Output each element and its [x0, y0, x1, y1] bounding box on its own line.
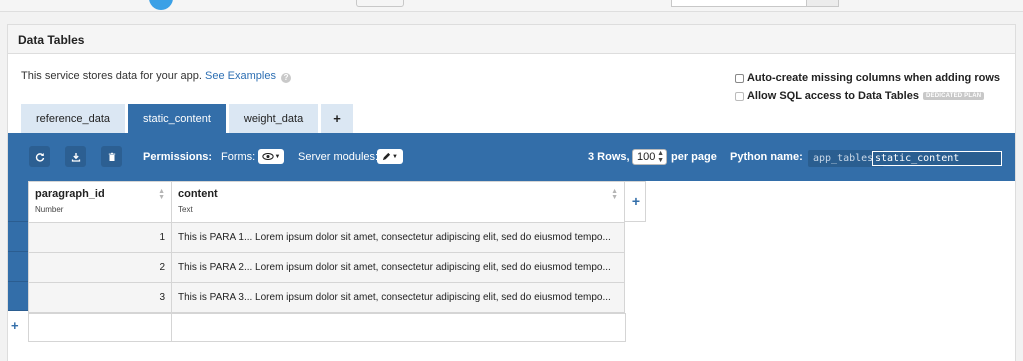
sql-access-option[interactable]: Allow SQL access to Data Tables DEDICATE… — [734, 87, 1000, 105]
tab-reference-data[interactable]: reference_data — [21, 104, 125, 133]
stepper-arrows-icon[interactable]: ▲ ▼ — [657, 150, 664, 164]
tab-static-content[interactable]: static_content — [128, 104, 226, 133]
forms-label: Forms: — [221, 151, 256, 163]
table-row[interactable]: 1 This is PARA 1... Lorem ipsum dolor si… — [28, 222, 625, 253]
trash-icon — [108, 152, 115, 161]
download-icon — [71, 152, 80, 162]
header-selector-cell — [8, 181, 28, 222]
table-toolbar: Permissions: Forms: ▼ Server modules: ▼ … — [8, 133, 1015, 181]
delete-button[interactable] — [101, 146, 122, 167]
new-row-content-cell[interactable] — [172, 314, 625, 341]
tab-weight-data[interactable]: weight_data — [228, 104, 319, 133]
top-search-button[interactable] — [806, 0, 839, 7]
top-bar-button[interactable] — [356, 0, 404, 7]
column-header-content[interactable]: content Text ▲ ▼ — [171, 181, 625, 223]
table-row[interactable]: 3 This is PARA 3... Lorem ipsum dolor si… — [28, 282, 625, 313]
column-type: Text — [178, 205, 193, 214]
cell-paragraph-id[interactable]: 1 — [28, 222, 172, 253]
refresh-icon — [35, 152, 44, 162]
forms-permission-dropdown[interactable]: ▼ — [258, 149, 284, 164]
new-row-paragraph-id-cell[interactable] — [29, 314, 172, 341]
cell-paragraph-id[interactable]: 3 — [28, 282, 172, 313]
description-text: This service stores data for your app. — [21, 70, 202, 82]
app-top-bar — [0, 0, 1023, 12]
rows-per-page-value: 100 — [637, 151, 656, 163]
cell-content[interactable]: This is PARA 3... Lorem ipsum dolor sit … — [171, 282, 625, 313]
server-modules-label: Server modules: — [298, 151, 379, 163]
row-selector[interactable] — [8, 282, 28, 311]
row-selector[interactable] — [8, 222, 28, 252]
auto-create-option[interactable]: Auto-create missing columns when adding … — [734, 69, 1000, 87]
cell-content[interactable]: This is PARA 2... Lorem ipsum dolor sit … — [171, 252, 625, 283]
column-type: Number — [35, 205, 64, 214]
data-table: paragraph_id Number ▲ ▼ content Text ▲ ▼ 1… — [28, 181, 625, 313]
sort-icon[interactable]: ▲ ▼ — [158, 188, 165, 201]
new-row-input[interactable] — [28, 313, 626, 342]
table-options: Auto-create missing columns when adding … — [734, 69, 1000, 105]
row-selector[interactable] — [8, 252, 28, 282]
data-tables-panel: Data Tables This service stores data for… — [7, 24, 1016, 361]
column-name: paragraph_id — [35, 188, 105, 200]
see-examples-link[interactable]: See Examples — [205, 70, 276, 82]
row-selector-column — [8, 181, 28, 311]
pencil-icon — [382, 152, 391, 161]
sql-access-checkbox[interactable] — [734, 91, 744, 101]
rows-per-page-stepper[interactable]: 100 ▲ ▼ — [632, 149, 667, 165]
python-name-label: Python name: — [730, 151, 803, 163]
eye-icon — [261, 153, 274, 160]
column-header-paragraph-id[interactable]: paragraph_id Number ▲ ▼ — [28, 181, 172, 223]
auto-create-checkbox[interactable] — [734, 73, 744, 83]
server-modules-permission-dropdown[interactable]: ▼ — [377, 149, 403, 164]
python-name-input[interactable]: static_content — [872, 151, 1002, 166]
add-table-tab[interactable]: + — [321, 104, 353, 133]
permissions-label: Permissions: — [143, 151, 213, 163]
dedicated-plan-badge: DEDICATED PLAN — [922, 92, 985, 100]
sql-access-label: Allow SQL access to Data Tables — [746, 90, 919, 102]
cell-paragraph-id[interactable]: 2 — [28, 252, 172, 283]
service-description: This service stores data for your app. S… — [21, 70, 292, 83]
panel-title: Data Tables — [8, 25, 1015, 54]
help-icon[interactable]: ? — [281, 73, 292, 83]
download-button[interactable] — [65, 146, 86, 167]
cell-content[interactable]: This is PARA 1... Lorem ipsum dolor sit … — [171, 222, 625, 253]
rows-count: 3 Rows, — [588, 151, 630, 163]
chevron-down-icon: ▼ — [392, 153, 398, 160]
refresh-button[interactable] — [29, 146, 50, 167]
table-tabs: reference_data static_content weight_dat… — [21, 104, 356, 133]
table-row[interactable]: 2 This is PARA 2... Lorem ipsum dolor si… — [28, 252, 625, 283]
add-column-button[interactable]: + — [626, 193, 646, 209]
sort-icon[interactable]: ▲ ▼ — [611, 188, 618, 201]
per-page-label: per page — [671, 151, 717, 163]
chevron-down-icon: ▼ — [274, 153, 281, 160]
auto-create-label: Auto-create missing columns when adding … — [746, 72, 1000, 84]
app-logo[interactable] — [149, 0, 173, 10]
column-name: content — [178, 188, 218, 200]
add-row-button[interactable]: + — [11, 318, 19, 333]
